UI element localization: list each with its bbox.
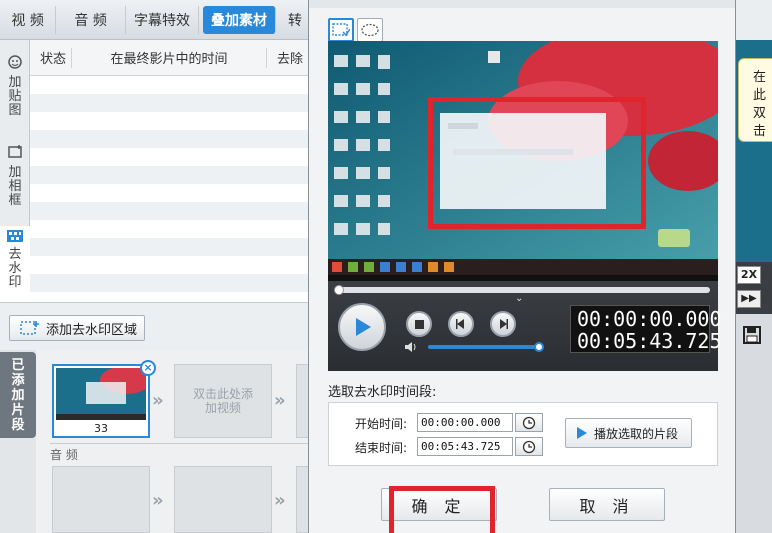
sidebar-item-label: 加贴图 — [8, 75, 22, 118]
player-controls: ⌄ 00:00:00.000 00:05:43.725 — [328, 281, 722, 371]
volume-icon[interactable] — [404, 341, 418, 356]
table-header: 状态 在最终影片中的时间 去除 — [30, 40, 310, 76]
time-section-title: 选取去水印时间段: — [328, 385, 437, 400]
tab-transition[interactable]: 转 — [280, 6, 310, 34]
table-rows — [30, 76, 310, 310]
column-status[interactable]: 状态 — [30, 47, 72, 68]
ellipse-select-button[interactable] — [357, 18, 383, 42]
start-time-input[interactable] — [417, 413, 513, 432]
clock-icon — [522, 440, 536, 454]
arrow-icon: » — [152, 390, 164, 411]
remove-watermark-dialog: ⌄ 00:00:00.000 00:05:43.725 选取去水印时间段: 开始… — [308, 0, 736, 533]
tab-video[interactable]: 视 频 — [0, 5, 57, 34]
overlay-sidebar: 加贴图 加相框 去水印 — [0, 40, 30, 302]
clock-icon — [522, 416, 536, 430]
play-icon — [351, 316, 373, 338]
app-window: 视 频 音 频 字幕特效 叠加素材 转 加贴图 加相框 去水印 状态 在最终影片… — [0, 0, 772, 533]
save-icon[interactable] — [743, 326, 761, 344]
start-time-label: 开始时间: — [355, 417, 408, 431]
mosaic-icon — [7, 230, 23, 246]
collapse-chevron-icon[interactable]: ⌄ — [515, 293, 523, 304]
step-back-icon — [455, 318, 467, 330]
ellipse-select-icon — [361, 23, 379, 37]
stop-icon — [414, 319, 424, 329]
time-range-panel: 开始时间: 结束时间: 播放选取的片段 — [328, 402, 718, 466]
arrow-icon: » — [152, 490, 164, 511]
audio-slot[interactable] — [52, 466, 150, 533]
time-display: 00:00:00.000 00:05:43.725 — [570, 305, 722, 353]
main-tabs: 视 频 音 频 字幕特效 叠加素材 转 — [0, 0, 310, 40]
step-forward-icon — [497, 318, 509, 330]
arrow-icon: » — [274, 490, 286, 511]
set-start-time-button[interactable] — [515, 413, 543, 432]
arrow-icon: » — [274, 390, 286, 411]
clips-panel: 已添加片段 33 × » 双击此处添加视频 » 音 频 » » — [0, 350, 316, 533]
current-time: 00:00:00.000 — [577, 307, 722, 331]
stop-button[interactable] — [406, 311, 432, 337]
add-region-icon — [20, 320, 40, 336]
sticker-icon — [7, 54, 23, 74]
play-icon — [576, 426, 588, 440]
previous-frame-button[interactable] — [448, 311, 474, 337]
added-clips-label: 已添加片段 — [0, 352, 36, 438]
column-final-time[interactable]: 在最终影片中的时间 — [72, 47, 267, 68]
fast-forward-icon[interactable]: ▶▶ — [737, 290, 761, 308]
clip-number: 33 — [94, 422, 108, 435]
add-region-bar: 添加去水印区域 — [0, 302, 310, 350]
play-button[interactable] — [338, 303, 386, 351]
tooltip-bubble: 在此 双击 — [738, 58, 772, 142]
add-video-slot[interactable]: 双击此处添加视频 — [174, 364, 272, 438]
sidebar-item-watermark[interactable]: 去水印 — [0, 226, 30, 302]
next-frame-button[interactable] — [490, 311, 516, 337]
volume-slider[interactable] — [428, 342, 544, 352]
tab-subtitle-effects[interactable]: 字幕特效 — [126, 5, 199, 34]
sidebar-item-label: 去水印 — [8, 247, 22, 290]
end-time-input[interactable] — [417, 437, 513, 456]
audio-track-label: 音 频 — [50, 448, 78, 462]
clip-thumbnail[interactable]: 33 × — [52, 360, 156, 438]
add-watermark-region-button[interactable]: 添加去水印区域 — [9, 315, 145, 341]
end-time-label: 结束时间: — [355, 441, 408, 455]
tab-audio[interactable]: 音 频 — [56, 5, 126, 34]
play-selected-label: 播放选取的片段 — [594, 426, 679, 441]
sidebar-item-frame[interactable]: 加相框 — [0, 144, 30, 224]
watermark-table: 状态 在最终影片中的时间 去除 — [30, 40, 310, 302]
clip-remove-icon[interactable]: × — [140, 360, 156, 376]
rectangle-select-icon — [332, 23, 350, 37]
background-right-panel: 在此 双击 2X ▶▶ — [735, 0, 772, 533]
rect-select-button[interactable] — [328, 18, 354, 42]
audio-slot[interactable] — [174, 466, 272, 533]
total-time: 00:05:43.725 — [577, 329, 722, 353]
desktop-preview-image — [328, 41, 718, 281]
video-preview[interactable] — [328, 41, 718, 281]
set-end-time-button[interactable] — [515, 437, 543, 456]
ok-button[interactable]: 确 定 — [381, 488, 497, 521]
frame-icon — [7, 144, 23, 164]
sidebar-item-label: 加相框 — [8, 165, 22, 208]
sidebar-item-sticker[interactable]: 加贴图 — [0, 54, 30, 134]
add-region-label: 添加去水印区域 — [46, 322, 138, 338]
clips-track: 33 × » 双击此处添加视频 » 音 频 » » — [36, 350, 316, 533]
play-selected-button[interactable]: 播放选取的片段 — [565, 418, 692, 448]
cancel-button[interactable]: 取 消 — [549, 488, 665, 521]
speed-button[interactable]: 2X — [737, 266, 761, 284]
column-remove[interactable]: 去除 — [267, 48, 310, 68]
tab-overlay[interactable]: 叠加素材 — [203, 5, 276, 34]
